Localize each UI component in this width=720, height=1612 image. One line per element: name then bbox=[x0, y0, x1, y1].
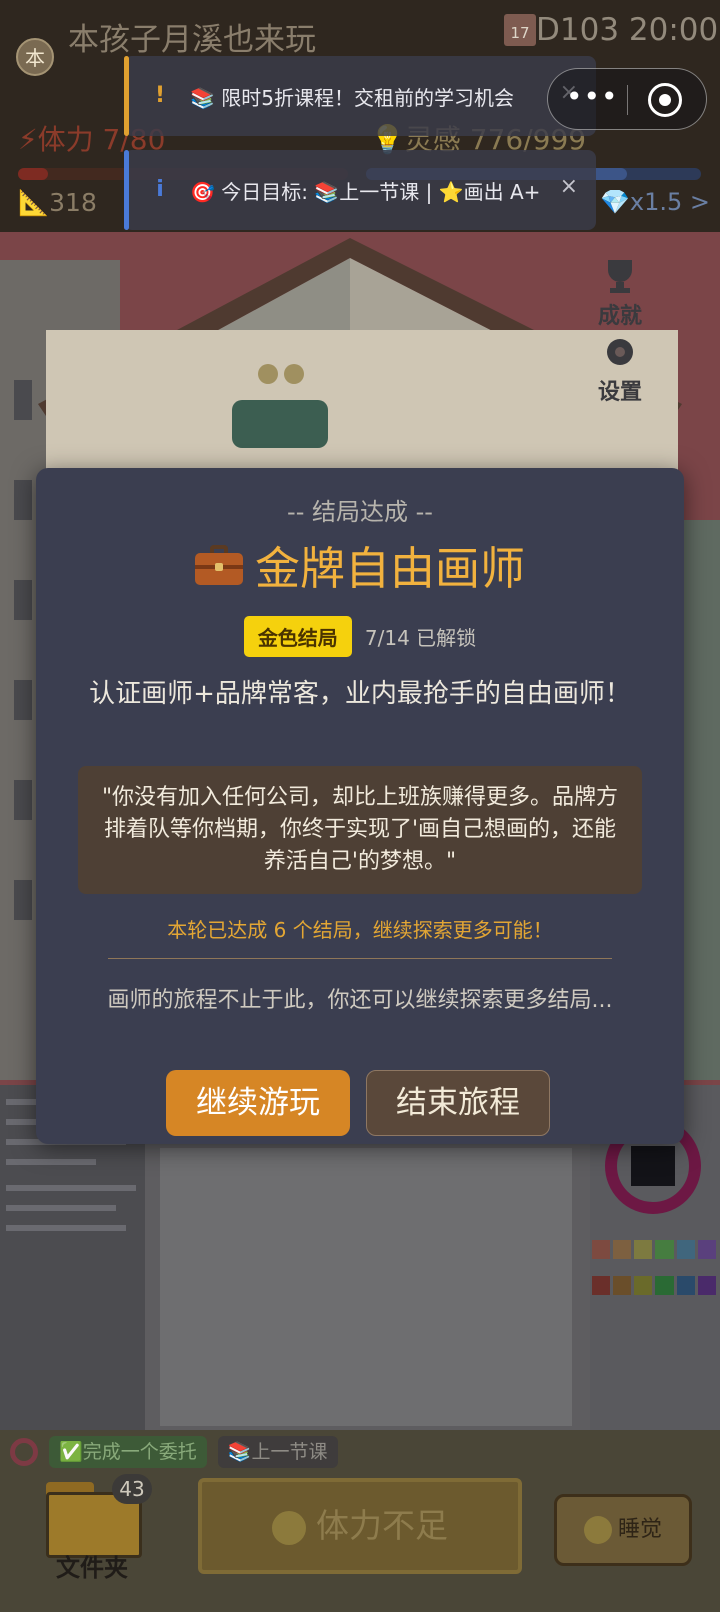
unlock-count: 7/14 已解锁 bbox=[364, 626, 477, 650]
gear-icon bbox=[607, 339, 633, 365]
miniprogram-capsule: ••• bbox=[547, 68, 707, 130]
folder-count-badge: 43 bbox=[112, 1474, 152, 1504]
gem-multiplier-button[interactable]: 💎x1.5 > bbox=[600, 188, 710, 216]
toast-daily-goal[interactable]: i 🎯 今日目标: 📚上一节课 | ⭐画出 A+ × bbox=[124, 150, 596, 230]
sleep-label: 睡觉 bbox=[617, 1517, 662, 1542]
journey-text: 画师的旅程不止于此，你还可以继续探索更多结局... bbox=[107, 988, 613, 1013]
sleep-button-content: 睡觉 bbox=[557, 1497, 689, 1563]
goal-chip-commission: ✅完成一个委托 bbox=[49, 1436, 207, 1468]
settings-button[interactable]: 设置 bbox=[584, 332, 656, 406]
daily-goal-strip: ✅完成一个委托 📚上一节课 bbox=[10, 1436, 338, 1472]
toast-accent-bar bbox=[124, 150, 129, 230]
folder-label: 文件夹 bbox=[56, 1554, 128, 1582]
main-action-label: 体力不足 bbox=[316, 1506, 448, 1545]
achievements-label: 成就 bbox=[597, 304, 642, 329]
main-action-button[interactable]: 体力不足 bbox=[198, 1478, 522, 1574]
sleep-button[interactable]: 睡觉 bbox=[554, 1494, 692, 1566]
briefcase-icon bbox=[194, 544, 243, 585]
toast-text: 🎯 今日目标: 📚上一节课 | ⭐画出 A+ bbox=[190, 180, 541, 204]
day-time-display: D103 20:00 bbox=[536, 12, 719, 48]
warning-icon: ! bbox=[154, 83, 166, 108]
ending-description: 认证画师+品牌常客，业内最抢手的自由画师！ bbox=[89, 679, 631, 709]
continue-playing-button[interactable]: 继续游玩 bbox=[166, 1070, 350, 1136]
color-picker-square bbox=[631, 1146, 675, 1186]
capsule-divider bbox=[627, 85, 628, 115]
target-icon bbox=[10, 1438, 38, 1466]
main-action-content: 体力不足 bbox=[202, 1482, 518, 1570]
toast-text: 📚 限时5折课程！交租前的学习机会 bbox=[190, 86, 514, 110]
toast-course-sale[interactable]: ! 📚 限时5折课程！交租前的学习机会 × bbox=[124, 56, 596, 136]
ending-badge-row: 金色结局 7/14 已解锁 bbox=[36, 616, 684, 657]
stamina-bar-fill bbox=[18, 168, 48, 180]
settings-label: 设置 bbox=[597, 380, 642, 405]
info-icon: i bbox=[156, 177, 164, 202]
ending-title: 金牌自由画师 bbox=[254, 542, 525, 595]
ending-tier-badge: 金色结局 bbox=[243, 616, 352, 657]
skill-value: 📐318 bbox=[18, 188, 97, 217]
calendar-icon: 17 bbox=[504, 14, 536, 46]
player-name: 本孩子月溪也来玩 bbox=[68, 22, 316, 58]
close-miniprogram-icon[interactable] bbox=[648, 83, 682, 117]
achievements-button[interactable]: 成就 bbox=[584, 256, 656, 330]
ending-modal: -- 结局达成 -- 金牌自由画师 金色结局 7/14 已解锁 认证画师+品牌常… bbox=[36, 468, 684, 1144]
end-journey-button[interactable]: 结束旅程 bbox=[366, 1070, 550, 1136]
sleepy-face-icon bbox=[583, 1516, 612, 1544]
trophy-icon bbox=[608, 260, 632, 293]
close-icon[interactable]: × bbox=[560, 174, 578, 199]
calendar-date: 17 bbox=[510, 24, 530, 42]
toast-accent-bar bbox=[124, 56, 129, 136]
endings-progress-note: 本轮已达成 6 个结局，继续探索更多可能！ bbox=[167, 918, 553, 942]
more-menu-button[interactable]: ••• bbox=[566, 81, 618, 119]
ending-quote: "你没有加入任何公司，却比上班族赚得更多。品牌方排着队等你档期，你终于实现了'画… bbox=[78, 766, 642, 894]
drawing-app-canvas bbox=[160, 1148, 572, 1426]
sleepy-face-icon bbox=[272, 1510, 306, 1545]
player-avatar[interactable]: 本 bbox=[16, 38, 54, 76]
desk-with-laptop bbox=[232, 364, 328, 448]
ending-title-row: 金牌自由画师 bbox=[36, 532, 684, 597]
color-palette bbox=[592, 1240, 716, 1308]
divider bbox=[108, 958, 612, 959]
goal-chip-class: 📚上一节课 bbox=[217, 1436, 338, 1468]
ending-kicker: -- 结局达成 -- bbox=[287, 498, 433, 526]
